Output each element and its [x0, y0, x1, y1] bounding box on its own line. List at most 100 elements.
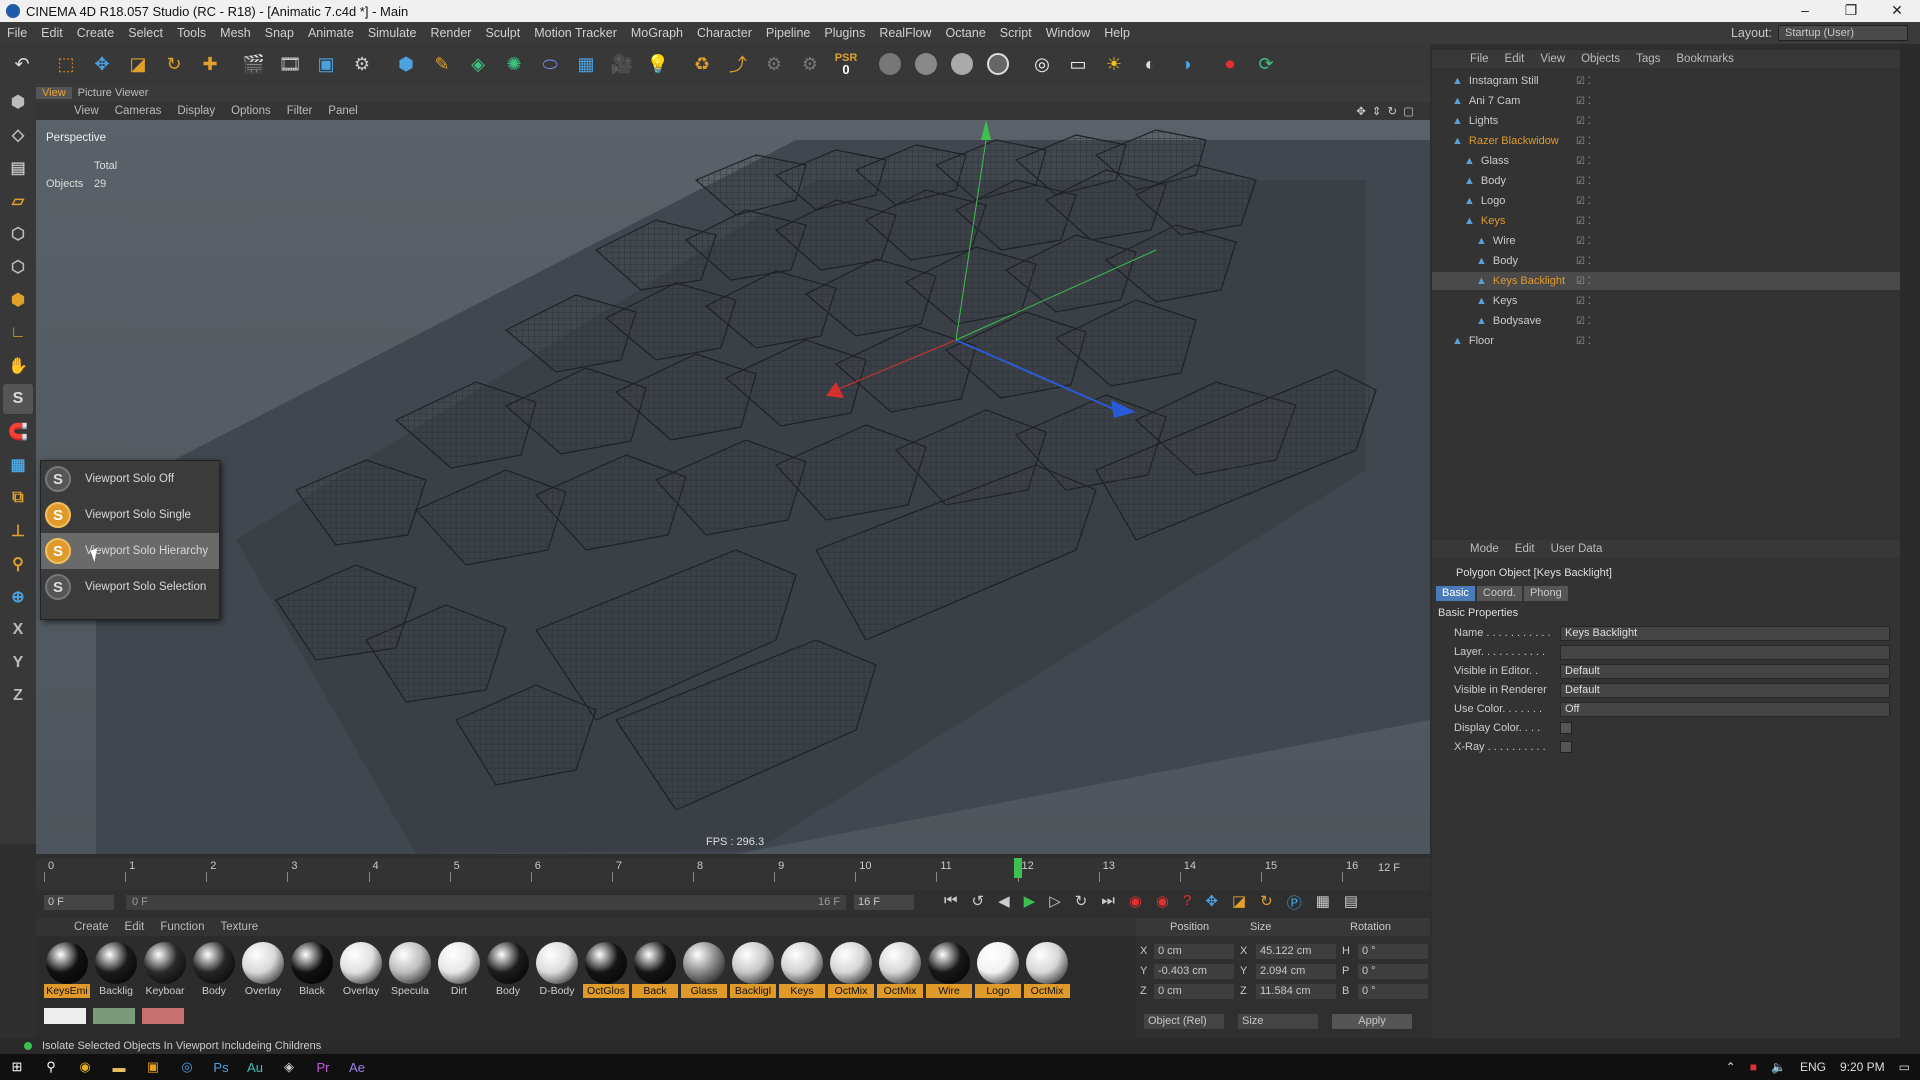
key-pla-icon[interactable]: ▦: [1316, 892, 1330, 913]
play-icon[interactable]: ▶: [1024, 892, 1036, 913]
tray-chevron-icon[interactable]: ⌃: [1726, 1060, 1736, 1074]
object-row[interactable]: ▲ Razer Blackwidow ☑ ⁚: [1432, 132, 1900, 150]
end-frame-field[interactable]: 16 F: [854, 894, 914, 910]
object-row[interactable]: ▲ Bodysave ☑ ⁚: [1432, 312, 1900, 330]
rotation-field[interactable]: 0 °: [1358, 983, 1428, 999]
material-swatch[interactable]: Dirt: [436, 942, 482, 998]
timeline-layout-icon[interactable]: ▤: [1344, 892, 1358, 913]
display-gouraud-icon[interactable]: [874, 48, 906, 80]
search-icon[interactable]: ⚲: [34, 1054, 68, 1080]
menu-file[interactable]: File: [0, 26, 34, 40]
objmgr-menu-objects[interactable]: Objects: [1573, 53, 1628, 65]
preview-range-slider[interactable]: 0 F 16 F: [126, 894, 846, 910]
mat-menu-texture[interactable]: Texture: [212, 921, 266, 933]
material-swatch[interactable]: D-Body: [534, 942, 580, 998]
material-swatch[interactable]: KeysEmi: [44, 942, 90, 998]
material-swatch[interactable]: Body: [191, 942, 237, 998]
tab-view[interactable]: View: [36, 87, 72, 99]
camera-icon[interactable]: 🎥: [606, 48, 638, 80]
visibility-toggle-icon[interactable]: ☑ ⁚: [1576, 316, 1591, 327]
tray-app-icon[interactable]: ■: [1750, 1060, 1757, 1074]
menu-pipeline[interactable]: Pipeline: [759, 26, 817, 40]
mat-menu-function[interactable]: Function: [152, 921, 212, 933]
material-swatch[interactable]: [93, 1008, 135, 1024]
display-wire-icon[interactable]: [946, 48, 978, 80]
notification-icon[interactable]: ▭: [1899, 1060, 1910, 1074]
move-icon[interactable]: ✥: [86, 48, 118, 80]
prev-frame-icon[interactable]: ◀: [998, 892, 1010, 913]
model-mode-icon[interactable]: ◇: [3, 120, 33, 150]
attr-tab-basic[interactable]: Basic: [1436, 585, 1475, 601]
viewport-camera-label[interactable]: Perspective: [46, 132, 106, 144]
keyframe-selection-icon[interactable]: ?: [1183, 892, 1191, 913]
object-row[interactable]: ▲ Body ☑ ⁚: [1432, 252, 1900, 270]
material-swatch[interactable]: Overlay: [338, 942, 384, 998]
next-frame-icon[interactable]: ▷: [1049, 892, 1061, 913]
menu-motion-tracker[interactable]: Motion Tracker: [527, 26, 624, 40]
world-coord-icon[interactable]: ⊕: [3, 582, 33, 612]
material-swatch[interactable]: Specula: [387, 942, 433, 998]
right-tab-strip[interactable]: [1900, 44, 1920, 1044]
object-row[interactable]: ▲ Keys Backlight ☑ ⁚: [1432, 272, 1900, 290]
media-app-icon[interactable]: ▣: [136, 1054, 170, 1080]
octane-blue-icon[interactable]: ◑: [1170, 48, 1202, 80]
tweak-icon[interactable]: ✋: [3, 351, 33, 381]
rotate-icon[interactable]: ↻: [158, 48, 190, 80]
pen-icon[interactable]: ✎: [426, 48, 458, 80]
objmgr-menu-edit[interactable]: Edit: [1497, 53, 1533, 65]
menu-create[interactable]: Create: [70, 26, 122, 40]
keyframe-icon[interactable]: ⚙: [794, 48, 826, 80]
display-quick-icon[interactable]: [910, 48, 942, 80]
menu-mesh[interactable]: Mesh: [213, 26, 258, 40]
tab-picture-viewer[interactable]: Picture Viewer: [72, 87, 155, 99]
visibility-toggle-icon[interactable]: ☑ ⁚: [1576, 156, 1591, 167]
size-field[interactable]: 2.094 cm: [1256, 963, 1336, 979]
axis-mode-icon[interactable]: ∟: [3, 318, 33, 348]
attr-tab-phong[interactable]: Phong: [1523, 585, 1568, 601]
enable-snap-icon[interactable]: 🧲: [3, 417, 33, 447]
visibility-toggle-icon[interactable]: ☑ ⁚: [1576, 76, 1591, 87]
perspective-viewport[interactable]: Perspective Total Objects 29 FPS : 296.3: [36, 120, 1430, 854]
premiere-icon[interactable]: Pr: [306, 1054, 340, 1080]
chrome-icon[interactable]: ◉: [68, 1054, 102, 1080]
mograph-icon[interactable]: ✺: [498, 48, 530, 80]
menu-octane[interactable]: Octane: [938, 26, 992, 40]
after-effects-icon[interactable]: Ae: [340, 1054, 374, 1080]
attr-menu-user-data[interactable]: User Data: [1543, 543, 1611, 555]
menu-plugins[interactable]: Plugins: [817, 26, 872, 40]
attr-checkbox[interactable]: [1560, 741, 1572, 753]
menu-snap[interactable]: Snap: [258, 26, 301, 40]
minimize-button[interactable]: –: [1782, 0, 1828, 22]
volume-icon[interactable]: 🔈: [1771, 1060, 1786, 1074]
x-axis-lock-icon[interactable]: X: [3, 615, 33, 645]
make-editable-icon[interactable]: ⬢: [3, 87, 33, 117]
next-key-icon[interactable]: ↻: [1075, 892, 1088, 913]
octane-half-icon[interactable]: ◐: [1134, 48, 1166, 80]
cinema4d-taskbar-icon[interactable]: ◎: [170, 1054, 204, 1080]
menu-help[interactable]: Help: [1097, 26, 1137, 40]
material-swatch[interactable]: Backligl: [730, 942, 776, 998]
menu-realflow[interactable]: RealFlow: [872, 26, 938, 40]
viewport-menu-cameras[interactable]: Cameras: [107, 105, 170, 117]
workplane-lock-icon[interactable]: ▦: [3, 450, 33, 480]
material-swatch[interactable]: [142, 1008, 184, 1024]
visibility-toggle-icon[interactable]: ☑ ⁚: [1576, 276, 1591, 287]
solo-selection-item[interactable]: S Viewport Solo Selection: [41, 569, 219, 605]
photoshop-icon[interactable]: Ps: [204, 1054, 238, 1080]
prev-key-icon[interactable]: ↺: [972, 892, 985, 913]
object-row[interactable]: ▲ Floor ☑ ⁚: [1432, 332, 1900, 350]
ik-icon[interactable]: ⚙: [758, 48, 790, 80]
attr-field-value[interactable]: Default: [1560, 682, 1890, 698]
audition-icon[interactable]: Au: [238, 1054, 272, 1080]
menu-script[interactable]: Script: [993, 26, 1039, 40]
clock[interactable]: 9:20 PM: [1840, 1060, 1885, 1074]
layout-select[interactable]: Startup (User): [1778, 25, 1908, 41]
material-swatch[interactable]: Keyboar: [142, 942, 188, 998]
render-picture-viewer-icon[interactable]: 🎞: [274, 48, 306, 80]
attr-field-value[interactable]: Keys Backlight: [1560, 625, 1890, 641]
material-swatch[interactable]: Body: [485, 942, 531, 998]
floor-icon[interactable]: ▦: [570, 48, 602, 80]
viewport-menu-panel[interactable]: Panel: [320, 105, 365, 117]
menu-tools[interactable]: Tools: [170, 26, 213, 40]
objmgr-menu-bookmarks[interactable]: Bookmarks: [1668, 53, 1742, 65]
